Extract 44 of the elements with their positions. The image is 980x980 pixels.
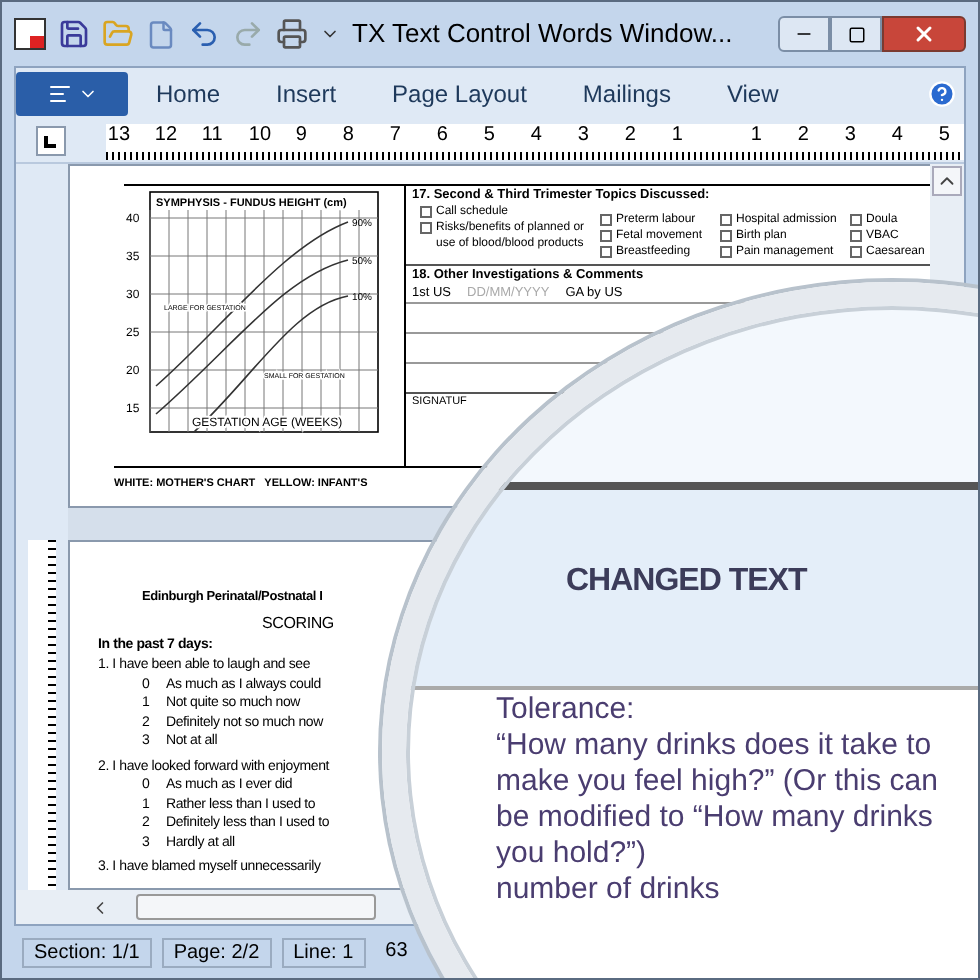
checkbox[interactable] (600, 214, 612, 226)
tolerance-label: Tolerance: (496, 692, 635, 728)
status-field: Line: 1 (281, 937, 366, 967)
changed-text-heading: CHANGED TEXT (566, 562, 807, 602)
ribbon-tab[interactable]: Mailings (554, 76, 699, 112)
checkbox[interactable] (720, 246, 732, 258)
status-field: Page: 2/2 (161, 937, 272, 967)
checkbox[interactable] (420, 222, 432, 234)
close-button[interactable] (882, 16, 966, 52)
print-icon[interactable] (276, 18, 308, 50)
app-menu-button[interactable] (16, 72, 128, 116)
checkbox[interactable] (720, 214, 732, 226)
window-title: TX Text Control Words Window... (352, 16, 733, 53)
document-icon (47, 82, 71, 106)
scrollbar-thumb[interactable] (136, 894, 376, 920)
magnified-text-line: number of drinks (496, 872, 720, 908)
checkbox[interactable] (600, 230, 612, 242)
magnified-text-line: you hold?”) (496, 836, 647, 872)
app-logo-icon (14, 18, 46, 50)
checkbox[interactable] (850, 214, 862, 226)
checkbox[interactable] (420, 206, 432, 218)
checkbox[interactable] (600, 246, 612, 258)
undo-icon[interactable] (188, 18, 220, 50)
ribbon-tab[interactable]: Home (128, 76, 249, 112)
ribbon-tab[interactable]: View (698, 76, 807, 112)
tab-stop-button[interactable] (36, 126, 66, 156)
close-icon (912, 22, 936, 46)
document-subtitle: SCORING (262, 612, 334, 636)
save-icon[interactable] (58, 18, 90, 50)
vertical-ruler[interactable] (28, 540, 56, 890)
maximize-icon (847, 25, 865, 43)
magnified-text-line: make you feel high?” (Or this can (496, 764, 938, 800)
maximize-button[interactable] (830, 16, 882, 52)
help-icon[interactable] (928, 80, 956, 108)
ruler[interactable]: 13 12 11 10 9 8 7 6 5 4 3 2 1 1 2 3 4 5 (105, 123, 964, 159)
scroll-up-button[interactable] (932, 166, 962, 196)
magnified-text-line: be modified to “How many drinks (496, 800, 933, 836)
checkbox[interactable] (720, 230, 732, 242)
status-field: Section: 1/1 (22, 937, 152, 967)
ribbon-tab[interactable]: Insert (248, 76, 365, 112)
checkbox[interactable] (850, 230, 862, 242)
ribbon-tab[interactable]: Page Layout (364, 76, 555, 112)
magnified-text-line: “How many drinks does it take to (496, 728, 932, 764)
checkbox[interactable] (850, 246, 862, 258)
